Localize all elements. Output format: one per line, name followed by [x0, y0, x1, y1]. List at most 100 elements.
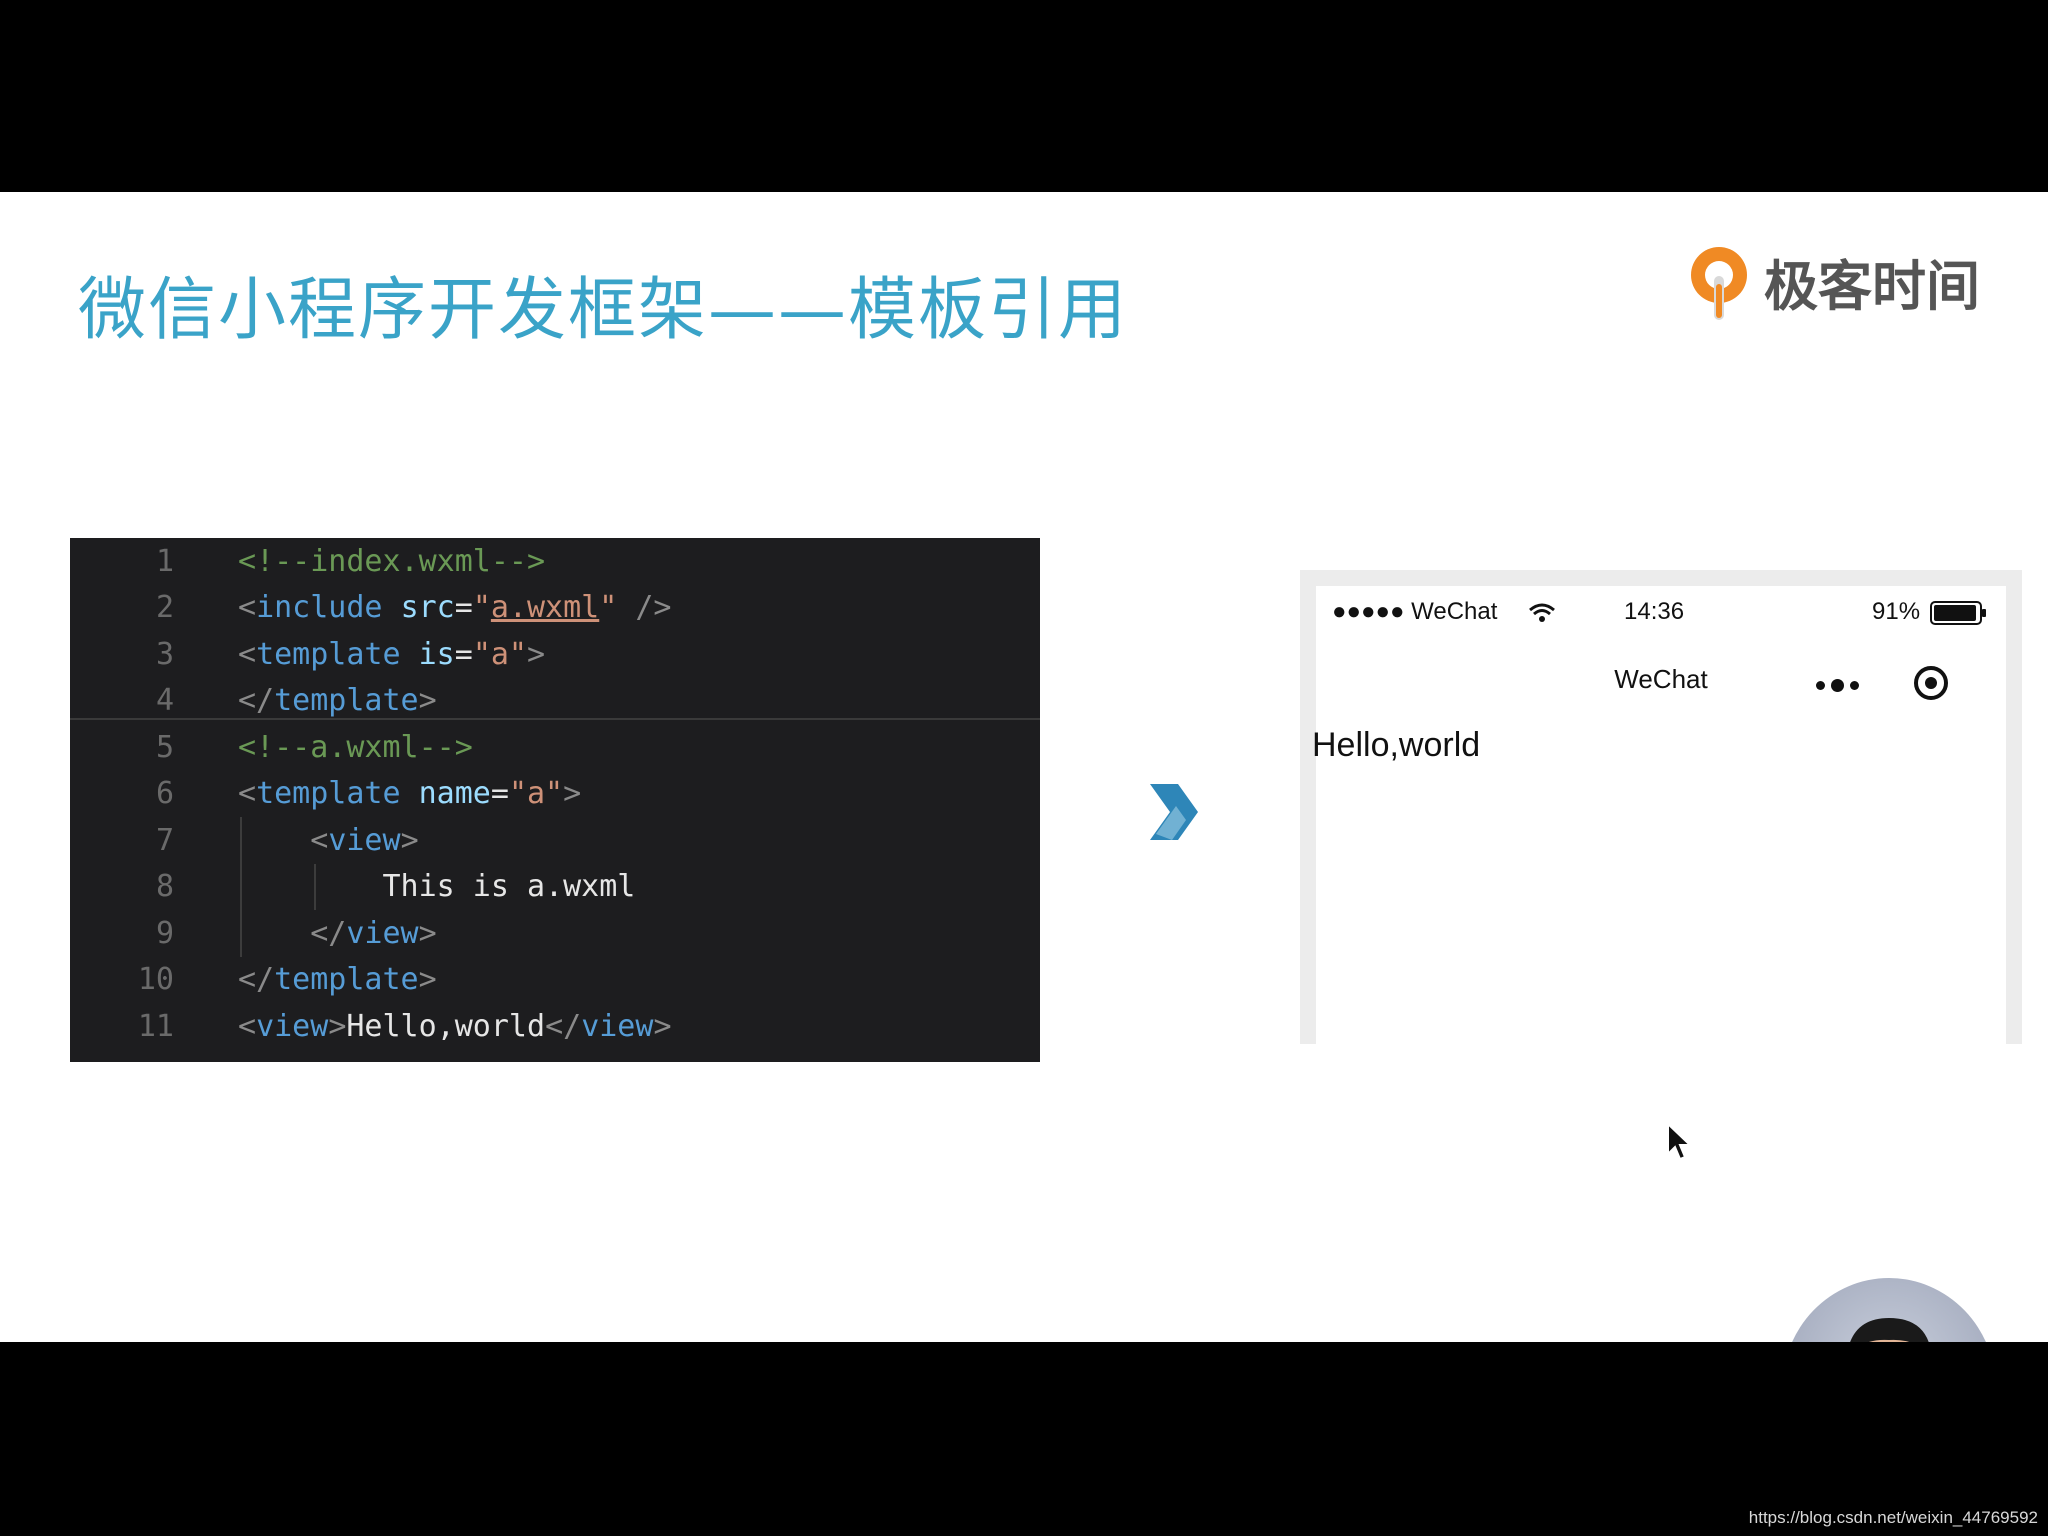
- code-token: </: [238, 962, 275, 997]
- code-line: 10 </template>: [70, 957, 1040, 1003]
- code-line: 11 <view>Hello,world</view>: [70, 1003, 1040, 1049]
- code-text: </template>: [238, 683, 437, 718]
- code-token: template: [274, 683, 419, 718]
- code-token: <: [238, 590, 257, 625]
- code-token: >: [418, 962, 437, 997]
- wifi-icon: [1529, 603, 1555, 622]
- code-token: />: [635, 590, 672, 625]
- code-text: <view>: [238, 822, 419, 858]
- slide-title: 微信小程序开发框架——模板引用: [78, 271, 1129, 350]
- code-token: >: [418, 915, 437, 951]
- code-token: =: [490, 776, 509, 811]
- slide: 微信小程序开发框架——模板引用 极客时间 1 <!--index.wxml--> 2…: [0, 192, 2048, 1342]
- code-token: Hello,world: [346, 1008, 546, 1044]
- code-line: 8 This is a.wxml: [70, 864, 1040, 910]
- nav-title: WeChat: [1614, 664, 1708, 694]
- phone-screen: ●●●●● WeChat 14:36 91% WeChat Hello,worl…: [1312, 586, 2006, 1044]
- code-token: template: [256, 776, 401, 811]
- carrier-label: ●●●●● WeChat: [1332, 598, 1498, 625]
- logo-text: 极客时间: [1764, 254, 1980, 318]
- code-token: ": [599, 590, 618, 625]
- status-time: 14:36: [1624, 598, 1685, 625]
- phone-preview: ●●●●● WeChat 14:36 91% WeChat Hello,worl…: [1300, 570, 2022, 1044]
- code-token: <: [310, 822, 329, 858]
- code-token: <: [238, 776, 257, 811]
- code-token: <: [238, 636, 257, 672]
- target-close-icon[interactable]: [1914, 666, 1948, 700]
- code-text: <include src="a.wxml" />: [238, 590, 672, 625]
- code-token: view: [346, 915, 419, 951]
- indent-guide: [314, 863, 316, 910]
- line-number: 9: [155, 915, 174, 951]
- code-token: <: [238, 1008, 257, 1044]
- line-number: 3: [155, 636, 174, 672]
- line-number: 6: [155, 776, 174, 811]
- code-token: template: [274, 962, 419, 997]
- line-number: 4: [155, 683, 174, 718]
- code-editor: 1 <!--index.wxml--> 2 <include src="a.wxml"…: [70, 538, 1040, 1062]
- code-token: view: [328, 822, 401, 858]
- code-token: =: [454, 636, 473, 672]
- battery-icon: [1930, 601, 1986, 625]
- code-token: </: [238, 683, 275, 718]
- code-line: 5 <!--a.wxml-->: [70, 724, 1040, 770]
- code-token: >: [563, 776, 582, 811]
- code-token: <!--index.wxml-->: [238, 543, 546, 579]
- code-token: >: [400, 822, 419, 858]
- code-token: view: [256, 1008, 329, 1044]
- code-line: 1 <!--index.wxml-->: [70, 538, 1040, 584]
- code-line: 9 </view>: [70, 910, 1040, 956]
- code-token: template: [256, 636, 401, 672]
- code-token: include: [256, 590, 383, 625]
- code-token: </: [545, 1008, 582, 1044]
- code-line: 7 <view>: [70, 817, 1040, 863]
- code-text: <template is="a">: [238, 637, 545, 672]
- watermark: https://blog.csdn.net/weixin_44769592: [1748, 1508, 2038, 1527]
- battery-percent: 91%: [1872, 598, 1921, 625]
- code-text: </view>: [238, 915, 437, 951]
- line-number: 11: [137, 1008, 174, 1044]
- code-token: "a": [472, 636, 527, 672]
- code-token: <!--a.wxml-->: [238, 729, 473, 765]
- code-token: </: [310, 915, 347, 951]
- hello-world-text: Hello,world: [1312, 726, 1481, 764]
- geektime-logo: 极客时间: [1684, 236, 1980, 326]
- code-token: ": [472, 590, 491, 625]
- code-token: >: [527, 636, 546, 672]
- code-line: 2 <include src="a.wxml" />: [70, 585, 1040, 631]
- code-token: is: [418, 636, 455, 672]
- line-number: 2: [155, 590, 174, 625]
- code-line: 4 </template>: [70, 678, 1040, 724]
- code-token: "a": [508, 776, 564, 811]
- code-token: name: [418, 776, 491, 811]
- code-text: <view>Hello,world</view>: [238, 1009, 672, 1044]
- code-token: >: [328, 1008, 347, 1044]
- code-token: =: [454, 590, 473, 625]
- line-number: 8: [155, 869, 174, 904]
- line-number: 1: [155, 543, 174, 579]
- more-dots-icon[interactable]: [1816, 679, 1859, 692]
- line-number: 5: [155, 729, 174, 765]
- code-token: src: [400, 590, 455, 625]
- indent-guide: [240, 817, 242, 957]
- line-number: 10: [137, 962, 174, 997]
- presenter-video: [1782, 1278, 1996, 1342]
- code-text: <!--a.wxml-->: [238, 730, 473, 765]
- code-text: <!--index.wxml-->: [238, 544, 545, 579]
- code-token: a.wxml: [490, 590, 600, 625]
- code-token: >: [418, 683, 437, 718]
- code-text: This is a.wxml: [238, 869, 635, 904]
- geektime-logo-icon: [1684, 241, 1754, 321]
- code-line: 3 <template is="a">: [70, 631, 1040, 677]
- code-token: >: [653, 1008, 672, 1044]
- code-text: <template name="a">: [238, 776, 581, 811]
- mouse-cursor-icon: [1667, 1122, 1693, 1161]
- code-token: This is a.wxml: [238, 869, 636, 904]
- chevron-right-icon: [1150, 784, 1198, 840]
